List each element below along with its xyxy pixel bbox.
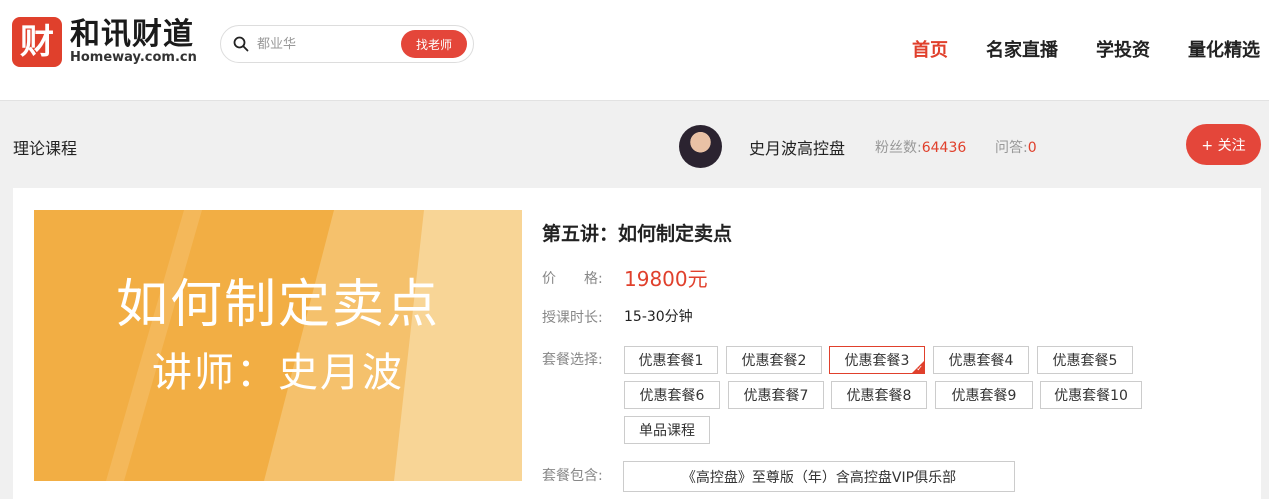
nav-item-home[interactable]: 首页: [912, 36, 948, 62]
main-nav: 首页 名家直播 学投资 量化精选: [874, 36, 1260, 62]
qa-label: 问答:: [995, 140, 1028, 156]
fans-count: 粉丝数:64436: [875, 137, 966, 157]
fans-number: 64436: [921, 140, 967, 156]
course-card: 如何制定卖点 讲师：史月波 第五讲：如何制定卖点 价 格: 19800元 授课时…: [13, 188, 1261, 499]
logo-mark-icon: 财: [12, 17, 62, 67]
search-input[interactable]: [257, 34, 397, 54]
nav-item-live[interactable]: 名家直播: [986, 36, 1058, 62]
package-option-3[interactable]: 优惠套餐3 ✓: [829, 346, 925, 374]
package-label: 套餐选择:: [542, 352, 603, 368]
package-option-6[interactable]: 优惠套餐6: [624, 381, 720, 409]
package-option-7[interactable]: 优惠套餐7: [728, 381, 824, 409]
cover-subtitle: 讲师：史月波: [152, 350, 404, 396]
nav-item-quant-picks[interactable]: 量化精选: [1188, 36, 1260, 62]
includes-value: 《高控盘》至尊版（年）含高控盘VIP俱乐部: [623, 461, 1015, 492]
package-option-8[interactable]: 优惠套餐8: [831, 381, 927, 409]
package-option-1[interactable]: 优惠套餐1: [624, 346, 718, 374]
qa-count: 问答:0: [995, 137, 1037, 157]
logo-domain: Homeway.com.cn: [70, 50, 197, 65]
teacher-bar: 理论课程 史月波高控盘 粉丝数:64436 问答:0 + 关注: [0, 102, 1269, 188]
qa-number: 0: [1027, 140, 1037, 156]
package-option-4[interactable]: 优惠套餐4: [933, 346, 1029, 374]
follow-button[interactable]: + 关注: [1186, 124, 1261, 165]
price-label: 价 格:: [542, 271, 603, 287]
course-cover-image[interactable]: 如何制定卖点 讲师：史月波: [34, 210, 522, 481]
logo-chinese-name: 和讯财道: [70, 17, 194, 52]
avatar[interactable]: [679, 125, 722, 168]
package-option-5[interactable]: 优惠套餐5: [1037, 346, 1133, 374]
nav-item-learn-investing[interactable]: 学投资: [1096, 36, 1150, 62]
teacher-name[interactable]: 史月波高控盘: [749, 135, 845, 159]
cover-title: 如何制定卖点: [115, 275, 440, 335]
package-option-3-label: 优惠套餐3: [844, 353, 910, 369]
logo-text: 和讯财道 Homeway.com.cn: [70, 19, 197, 65]
single-course-option[interactable]: 单品课程: [624, 416, 710, 444]
package-option-10[interactable]: 优惠套餐10: [1040, 381, 1142, 409]
price-value: 19800元: [624, 267, 708, 291]
includes-label: 套餐包含:: [542, 468, 603, 484]
find-teacher-button[interactable]: 找老师: [401, 30, 467, 58]
duration-label: 授课时长:: [542, 310, 603, 326]
duration-value: 15-30分钟: [624, 309, 693, 325]
package-option-2[interactable]: 优惠套餐2: [726, 346, 822, 374]
search-icon: [233, 36, 249, 52]
course-title: 第五讲：如何制定卖点: [542, 223, 733, 245]
breadcrumb[interactable]: 理论课程: [13, 135, 77, 159]
checkmark-icon: ✓: [916, 364, 923, 373]
package-option-9[interactable]: 优惠套餐9: [935, 381, 1033, 409]
fans-label: 粉丝数:: [875, 140, 922, 156]
search-bar: 找老师: [220, 25, 474, 63]
site-logo[interactable]: 财 和讯财道 Homeway.com.cn: [12, 17, 197, 67]
site-header: 财 和讯财道 Homeway.com.cn 找老师 首页 名家直播 学投资 量化…: [0, 0, 1269, 101]
